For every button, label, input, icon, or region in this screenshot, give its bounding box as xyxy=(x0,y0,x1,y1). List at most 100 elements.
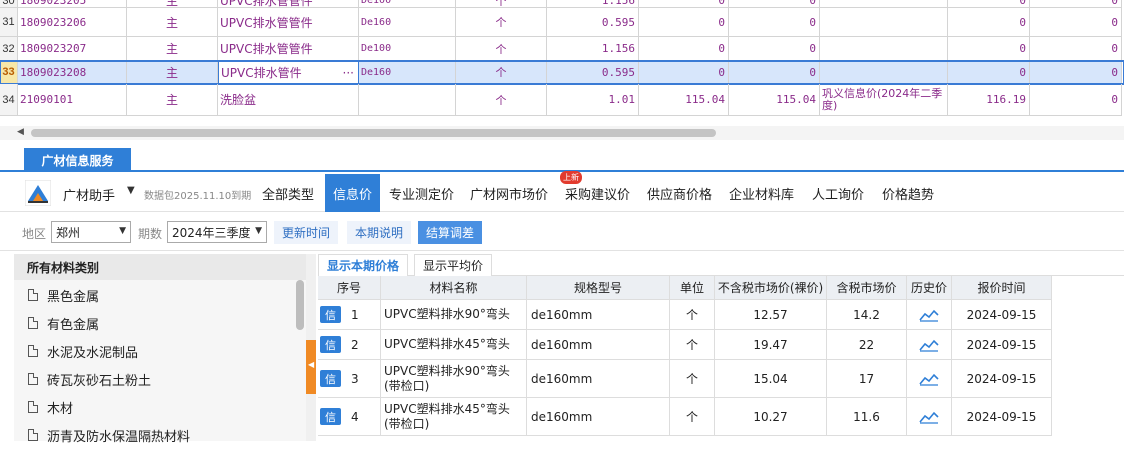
material-qty[interactable]: 0.595 xyxy=(547,61,639,84)
history-cell[interactable] xyxy=(907,398,952,436)
col-seq[interactable]: 序号 xyxy=(318,276,381,300)
price-source[interactable] xyxy=(820,0,948,8)
price-cell[interactable]: 0 xyxy=(948,8,1030,37)
material-spec[interactable]: de160mm xyxy=(527,330,670,360)
category-item[interactable]: 水泥及水泥制品 xyxy=(28,337,138,365)
price-cell[interactable]: 0 xyxy=(729,0,820,8)
col-price-incl-tax[interactable]: 含税市场价 xyxy=(827,276,907,300)
material-qty[interactable]: 0.595 xyxy=(547,8,639,37)
material-code[interactable]: 1809023207 xyxy=(18,37,127,61)
sheet-row[interactable]: 34 21090101 主 洗脸盆 个 1.01 115.04 115.04 巩… xyxy=(0,84,1124,116)
material-spec[interactable]: de160mm xyxy=(527,398,670,436)
history-cell[interactable] xyxy=(907,360,952,398)
material-unit[interactable]: 个 xyxy=(670,300,715,330)
price-cell[interactable]: 0 xyxy=(729,61,820,84)
table-row[interactable]: 信2 UPVC塑料排水45°弯头 de160mm 个 19.47 22 2024… xyxy=(318,330,1052,360)
panel-splitter[interactable]: ◀ xyxy=(306,254,316,441)
quote-time[interactable]: 2024-09-15 xyxy=(952,300,1052,330)
material-name[interactable]: UPVC塑料排水45°弯头(带检口) xyxy=(381,398,527,436)
price-cell[interactable]: 0 xyxy=(639,8,729,37)
material-name[interactable]: UPVC排水管件 xyxy=(221,64,302,81)
material-code[interactable]: 1809023206 xyxy=(18,8,127,37)
row-number[interactable]: 31 xyxy=(0,8,18,37)
history-cell[interactable] xyxy=(907,300,952,330)
seq-cell[interactable]: 信4 xyxy=(318,398,381,436)
tab-info-price[interactable]: 信息价 xyxy=(325,174,381,212)
price-cell[interactable]: 0 xyxy=(948,0,1030,8)
row-number[interactable]: 33 xyxy=(0,61,18,84)
price-cell[interactable]: 116.19 xyxy=(948,84,1030,116)
material-spec[interactable] xyxy=(359,84,456,116)
chevron-down-icon[interactable]: ▼ xyxy=(127,185,135,196)
material-name[interactable]: UPVC塑料排水45°弯头 xyxy=(381,330,527,360)
material-name[interactable]: UPVC塑料排水90°弯头 xyxy=(381,300,527,330)
tab-price-trend[interactable]: 价格趋势 xyxy=(882,174,934,212)
table-row[interactable]: 信1 UPVC塑料排水90°弯头 de160mm 个 12.57 14.2 20… xyxy=(318,300,1052,330)
period-notes-button[interactable]: 本期说明 xyxy=(347,221,412,244)
category-header[interactable]: 所有材料类别 xyxy=(14,254,306,280)
material-code[interactable]: 1809023208 xyxy=(18,61,127,84)
info-badge[interactable]: 信 xyxy=(320,370,341,387)
period-select[interactable]: 2024年三季度 ▼ xyxy=(167,221,267,243)
sheet-row-selected[interactable]: 33 1809023208 主 UPVC排水管件 ··· De160 个 0.5… xyxy=(0,60,1124,85)
more-button[interactable]: ··· xyxy=(343,66,354,80)
material-flag[interactable]: 主 xyxy=(127,61,218,84)
category-item[interactable]: 砖瓦灰砂石土粉土 xyxy=(28,365,151,393)
horizontal-scrollbar[interactable]: ◀ xyxy=(0,126,1124,140)
category-scrollbar-thumb[interactable] xyxy=(296,280,304,330)
sheet-row[interactable]: 32 1809023207 主 UPVC排水管管件 De100 个 1.156 … xyxy=(0,37,1124,61)
seq-cell[interactable]: 信2 xyxy=(318,330,381,360)
price-excl-tax[interactable]: 12.57 xyxy=(715,300,827,330)
material-code[interactable]: 21090101 xyxy=(18,84,127,116)
price-cell[interactable]: 115.04 xyxy=(729,84,820,116)
material-qty[interactable]: 1.156 xyxy=(547,0,639,8)
col-quote-time[interactable]: 报价时间 xyxy=(952,276,1052,300)
tab-manual-inquiry[interactable]: 人工询价 xyxy=(812,174,864,212)
quote-time[interactable]: 2024-09-15 xyxy=(952,360,1052,398)
col-history[interactable]: 历史价 xyxy=(907,276,952,300)
row-number[interactable]: 32 xyxy=(0,37,18,61)
material-flag[interactable]: 主 xyxy=(127,84,218,116)
material-code[interactable]: 1809023205 xyxy=(18,0,127,8)
collapse-handle[interactable]: ◀ xyxy=(306,340,316,394)
price-excl-tax[interactable]: 19.47 xyxy=(715,330,827,360)
category-item[interactable]: 黑色金属 xyxy=(28,281,99,309)
table-row[interactable]: 信3 UPVC塑料排水90°弯头(带检口) de160mm 个 15.04 17… xyxy=(318,360,1052,398)
material-unit[interactable]: 个 xyxy=(670,398,715,436)
trend-chart-icon[interactable] xyxy=(919,338,939,352)
material-name[interactable]: UPVC排水管管件 xyxy=(218,0,359,8)
quote-time[interactable]: 2024-09-15 xyxy=(952,398,1052,436)
price-cell[interactable]: 115.04 xyxy=(639,84,729,116)
row-number[interactable]: 30 xyxy=(0,0,18,8)
price-source[interactable] xyxy=(820,8,948,37)
tab-enterprise-library[interactable]: 企业材料库 xyxy=(729,174,794,212)
price-cell[interactable]: 0 xyxy=(1030,84,1122,116)
material-spec[interactable]: De100 xyxy=(359,37,456,61)
row-number[interactable]: 34 xyxy=(0,84,18,116)
material-spec[interactable]: De160 xyxy=(359,61,456,84)
price-cell[interactable]: 0 xyxy=(729,37,820,61)
price-incl-tax[interactable]: 14.2 xyxy=(827,300,907,330)
price-incl-tax[interactable]: 22 xyxy=(827,330,907,360)
tab-supplier-price[interactable]: 供应商价格 xyxy=(647,174,712,212)
tab-professional-price[interactable]: 专业测定价 xyxy=(389,174,454,212)
tab-all-types[interactable]: 全部类型 xyxy=(262,174,314,212)
category-item[interactable]: 沥青及防水保温隔热材料 xyxy=(28,421,190,449)
tab-current-price[interactable]: 显示本期价格 xyxy=(318,254,409,276)
price-cell[interactable]: 0 xyxy=(639,37,729,61)
sheet-row[interactable]: 30 1809023205 主 UPVC排水管管件 De100 个 1.156 … xyxy=(0,0,1124,8)
material-name[interactable]: UPVC排水管管件 xyxy=(218,37,359,61)
brand-name[interactable]: 广材助手 xyxy=(63,185,115,204)
price-incl-tax[interactable]: 17 xyxy=(827,360,907,398)
price-excl-tax[interactable]: 15.04 xyxy=(715,360,827,398)
info-badge[interactable]: 信 xyxy=(320,408,341,425)
price-source[interactable] xyxy=(820,61,948,84)
tab-average-price[interactable]: 显示平均价 xyxy=(414,254,493,276)
info-badge[interactable]: 信 xyxy=(320,306,341,323)
material-unit[interactable]: 个 xyxy=(670,330,715,360)
material-unit[interactable]: 个 xyxy=(456,8,547,37)
material-unit[interactable]: 个 xyxy=(456,37,547,61)
category-item[interactable]: 有色金属 xyxy=(28,309,99,337)
trend-chart-icon[interactable] xyxy=(919,410,939,424)
material-unit[interactable]: 个 xyxy=(670,360,715,398)
